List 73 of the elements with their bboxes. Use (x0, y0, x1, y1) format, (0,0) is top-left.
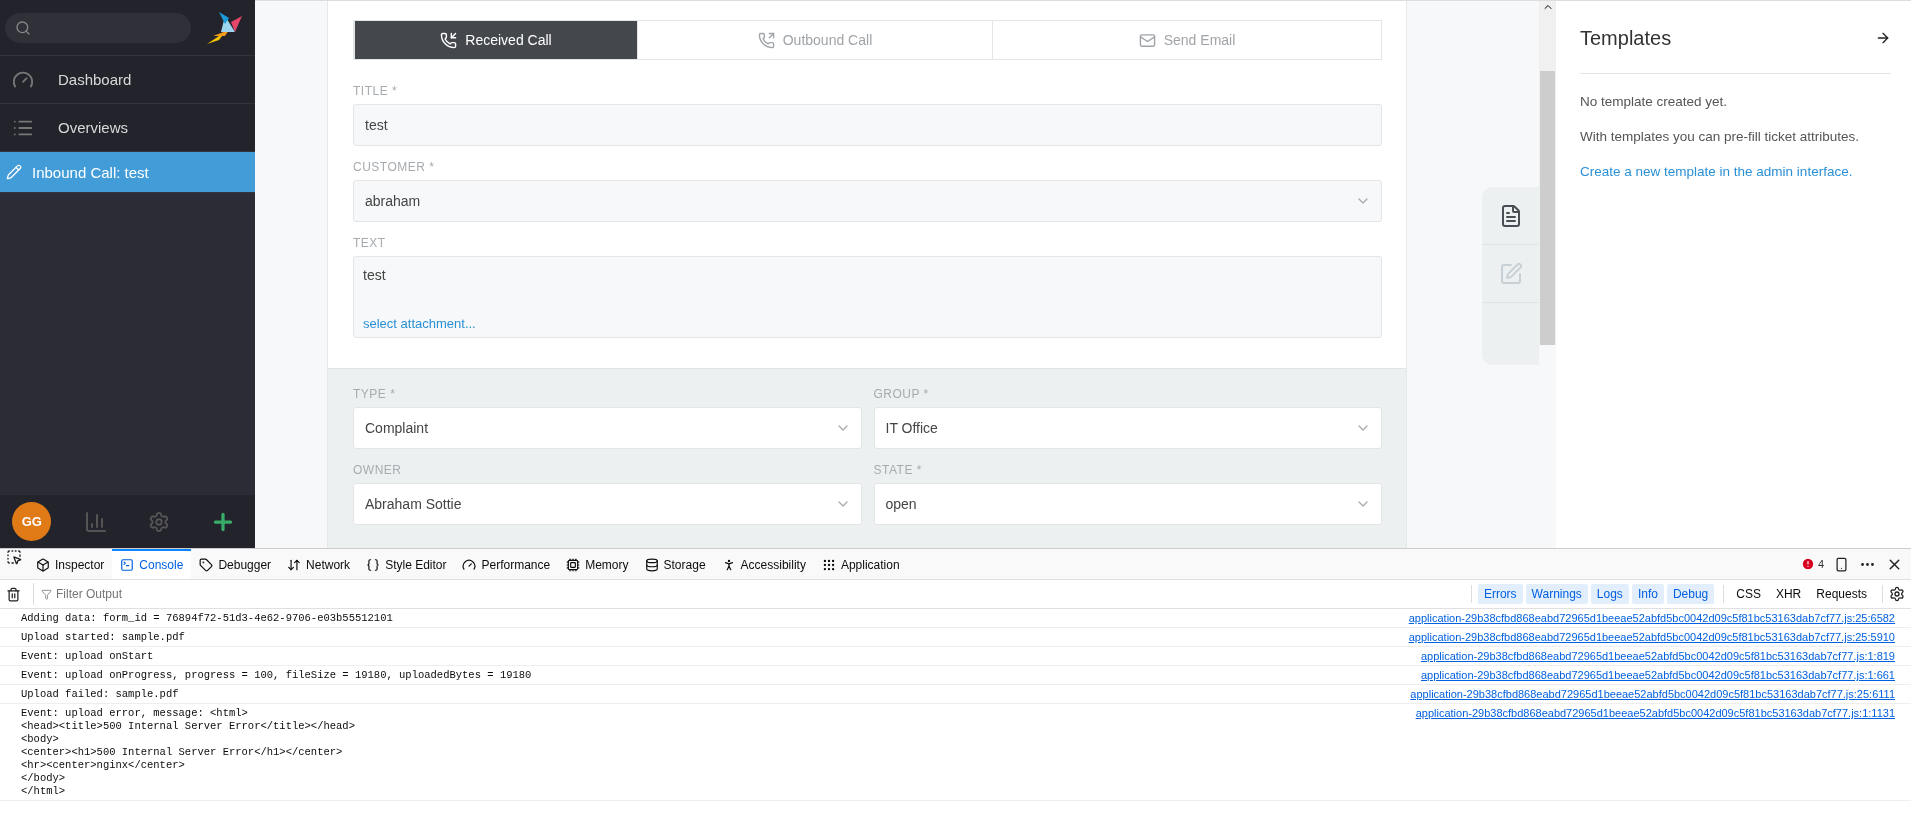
log-level-filter[interactable]: Debug (1666, 584, 1715, 604)
field-label: TEXT (353, 236, 387, 250)
devtools-tab[interactable]: Style Editor (358, 549, 455, 579)
text-area[interactable]: test select attachment... (353, 256, 1382, 338)
mail-icon (1138, 31, 1156, 49)
create-template-link[interactable]: Create a new template in the admin interface. (1580, 164, 1853, 179)
select-field[interactable]: Complaint (353, 407, 862, 449)
console-message: Event: upload onProgress, progress = 100, fileSize = 19180, uploadedBytes = 19180 (21, 669, 532, 682)
pencil-icon (6, 164, 22, 180)
phone-incoming-icon (440, 31, 458, 49)
log-level-filter[interactable]: Logs (1590, 584, 1629, 604)
filter-field[interactable]: Filter Output (33, 583, 1465, 605)
select-field[interactable]: Abraham Sottie (353, 483, 862, 525)
terminal-icon (120, 558, 135, 572)
devtools-tab[interactable]: Performance (454, 549, 559, 579)
box-icon (36, 558, 50, 572)
devtools-tab[interactable]: Debugger (191, 549, 280, 579)
request-type-filter[interactable]: CSS (1730, 584, 1767, 604)
source-link[interactable]: application-29b38cfbd868eabd72965d1beeae52abfd5bc0042d09c5f81bc53163dab7cf77.js:1:819 (1420, 650, 1895, 663)
panel-text: No template created yet. (1580, 94, 1729, 109)
console-message: Upload started: sample.pdf (21, 631, 185, 644)
panel-text: With templates you can pre-fill ticket attributes. (1580, 129, 1861, 144)
source-link[interactable]: application-29b38cfbd868eabd72965d1beeae52abfd5bc0042d09c5f81bc53163dab7cf77.js:1:1131 (1415, 707, 1895, 720)
source-link[interactable]: application-29b38cfbd868eabd72965d1beeae52abfd5bc0042d09c5f81bc53163dab7cf77.js:25:6111 (1410, 688, 1895, 701)
devtools-tab[interactable]: Accessibility (713, 549, 814, 579)
request-type-filter[interactable]: Requests (1810, 584, 1873, 604)
console-message: Upload failed: sample.pdf (21, 688, 179, 701)
devtools-tab[interactable]: Console (112, 549, 192, 579)
source-link[interactable]: application-29b38cfbd868eabd72965d1beeae52abfd5bc0042d09c5f81bc53163dab7cf77.js:25:6582 (1408, 612, 1895, 625)
nav-item[interactable]: Overviews (0, 104, 255, 152)
text-value: test (363, 267, 387, 283)
gauge-icon (462, 558, 477, 572)
bird-logo (205, 9, 243, 46)
console-message: Event: upload onStart (21, 650, 154, 663)
log-level-filter[interactable]: Errors (1477, 584, 1523, 604)
devtools-tab[interactable]: Application (813, 549, 908, 579)
search-icon (15, 19, 31, 36)
field-label: STATE * (873, 463, 923, 477)
console-message: Event: upload error, message: <html> <head><title>500 Internal Server Error</title></head> <body> <center><h1>500 Internal Server Error</h1></center> <hr><center>nginx</center> </body> </html> (21, 707, 355, 798)
call-type-tab[interactable]: Received Call (354, 21, 637, 59)
log-level-filter[interactable]: Info (1631, 584, 1664, 604)
arrow-right-icon[interactable] (1875, 30, 1891, 46)
field-label: OWNER (353, 463, 403, 477)
chip-icon (566, 558, 581, 572)
select-field[interactable]: open (873, 483, 1382, 525)
field-label: TITLE * (353, 84, 399, 98)
nav-item[interactable]: Dashboard (0, 56, 255, 104)
source-link[interactable]: application-29b38cfbd868eabd72965d1beeae52abfd5bc0042d09c5f81bc53163dab7cf77.js:25:5910 (1408, 631, 1895, 644)
scrollbar[interactable] (1539, 1, 1556, 345)
field-label: TYPE * (353, 387, 397, 401)
source-link[interactable]: application-29b38cfbd868eabd72965d1beeae52abfd5bc0042d09c5f81bc53163dab7cf77.js:1:661 (1420, 669, 1895, 682)
title-field[interactable]: test (353, 104, 1382, 146)
responsive-mode-icon[interactable] (1834, 556, 1849, 572)
panel-title: Templates (1580, 26, 1672, 50)
console-message: Adding data: form_id = 76894f72-51d3-4e62-9706-e03b55512101 (21, 612, 393, 625)
database-icon (644, 558, 659, 572)
select-field[interactable]: IT Office (873, 407, 1382, 449)
phone-outgoing-icon (757, 31, 775, 49)
log-level-filter[interactable]: Warnings (1525, 584, 1588, 604)
grid-icon (821, 558, 836, 572)
filter-icon (41, 588, 52, 600)
braces-icon (366, 558, 381, 572)
tag-icon (199, 558, 214, 572)
request-type-filter[interactable]: XHR (1769, 584, 1808, 604)
select-field[interactable]: abraham (353, 180, 1382, 222)
devtools-tab[interactable]: Memory (558, 549, 637, 579)
devtools-tab[interactable]: Network (279, 549, 359, 579)
field-label: CUSTOMER * (353, 160, 436, 174)
devtools-tab[interactable]: Storage (636, 549, 714, 579)
arrows-icon (287, 558, 302, 572)
field-label: GROUP * (873, 387, 930, 401)
devtools-tab[interactable]: Inspector (28, 549, 113, 579)
search-field[interactable] (5, 12, 191, 43)
